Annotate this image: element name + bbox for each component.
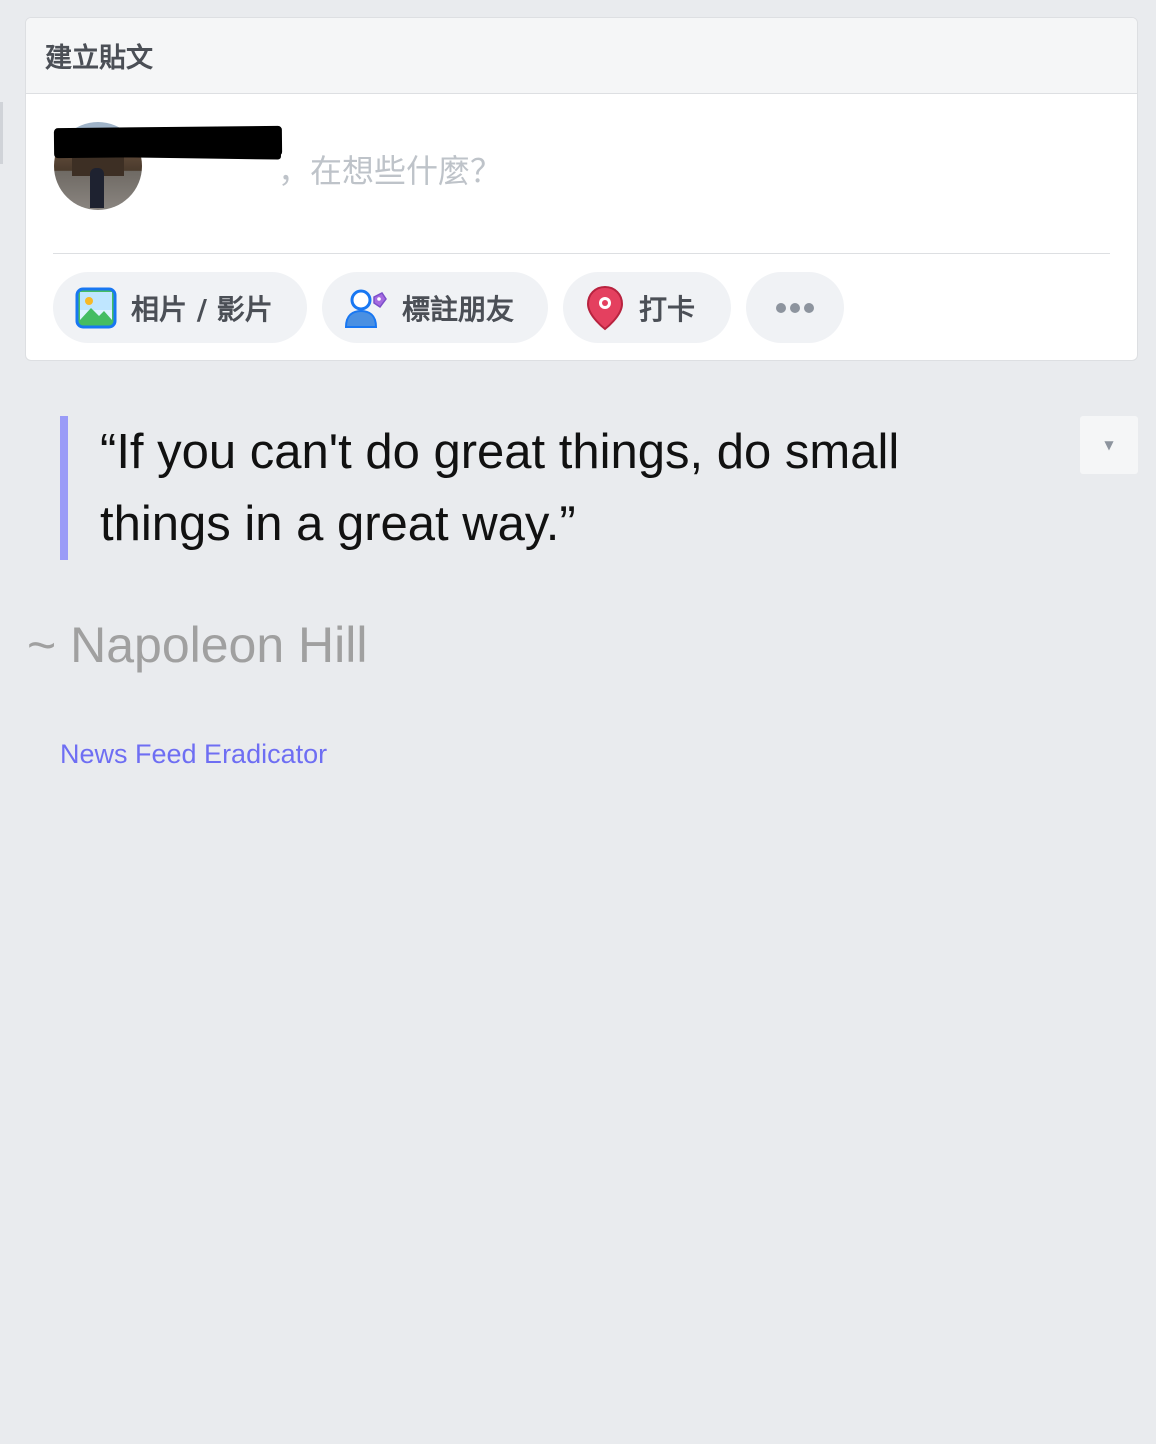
composer-input-area[interactable]: ，在想些什麼？ [26, 94, 1137, 254]
divider [53, 253, 1110, 254]
composer-prompt[interactable]: ，在想些什麼？ [278, 146, 502, 192]
photo-video-label: 相片 / 影片 [131, 292, 273, 326]
composer-title: 建立貼文 [45, 43, 153, 74]
quote-block: “If you can't do great things, do small … [60, 416, 1020, 560]
check-in-button[interactable]: 打卡 [563, 272, 731, 343]
photo-icon [75, 287, 117, 329]
quote-text: “If you can't do great things, do small … [100, 425, 900, 551]
location-pin-icon [585, 285, 625, 331]
more-options-button[interactable] [746, 272, 844, 343]
news-feed-eradicator-link[interactable]: News Feed Eradicator [60, 739, 327, 770]
check-in-label: 打卡 [639, 292, 696, 326]
create-post-composer: 建立貼文 ，在想些什麼？ 相片 / 影片 標註朋友 打卡 [25, 17, 1138, 361]
composer-actions: 相片 / 影片 標註朋友 打卡 [26, 254, 1137, 343]
composer-header: 建立貼文 [26, 18, 1137, 94]
photo-video-button[interactable]: 相片 / 影片 [53, 272, 307, 343]
tag-friends-button[interactable]: 標註朋友 [322, 272, 548, 343]
more-dots-icon [775, 302, 815, 314]
quote-author: ~ Napoleon Hill [27, 617, 368, 673]
tag-friends-label: 標註朋友 [402, 292, 515, 326]
tag-friends-icon [344, 287, 388, 329]
side-tab [0, 102, 3, 164]
options-dropdown-button[interactable]: ▼ [1080, 416, 1138, 474]
chevron-down-icon: ▼ [1104, 438, 1114, 452]
